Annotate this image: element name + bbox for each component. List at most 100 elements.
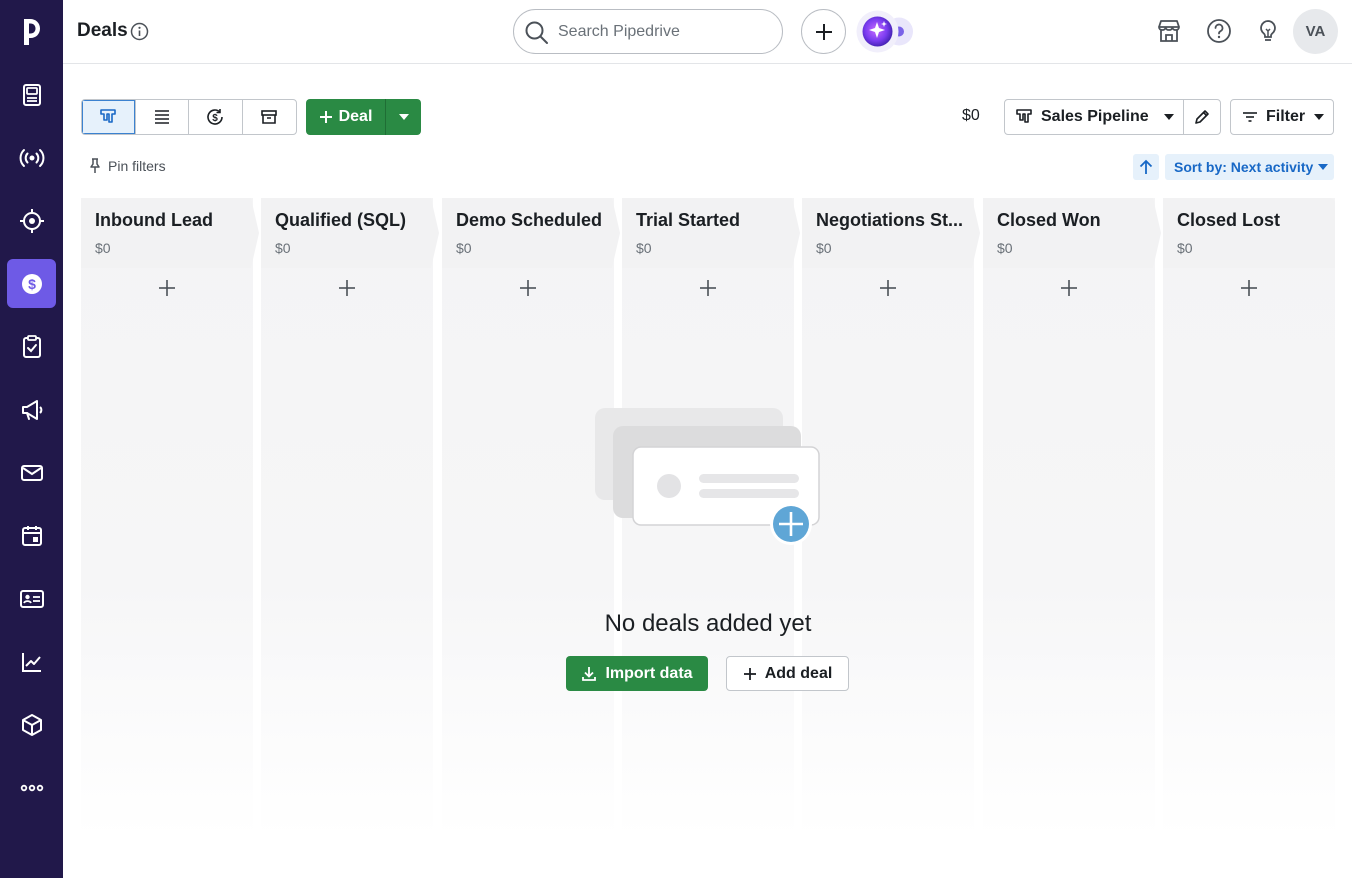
stage-header[interactable]: Inbound Lead $0 [81,198,259,268]
filter-icon [1243,112,1257,122]
stage-header[interactable]: Negotiations St... $0 [802,198,980,268]
search-box[interactable] [513,9,783,54]
sort-by-selector[interactable]: Sort by: Next activity [1165,154,1334,180]
lightbulb-icon [1260,20,1276,41]
archive-view-button[interactable] [243,100,297,134]
stage-name: Negotiations St... [816,210,964,230]
stage-header[interactable]: Closed Lost $0 [1163,198,1335,268]
stage-add-deal-button[interactable] [1237,276,1261,300]
mail-icon [20,464,43,481]
info-icon[interactable] [130,22,149,41]
stage-add-deal-button[interactable] [155,276,179,300]
stage-add-deal-button[interactable] [516,276,540,300]
sidebar-item-products[interactable] [7,700,56,749]
sidebar-item-marketing[interactable] [7,385,56,434]
plus-icon [743,667,756,680]
caret-down-icon [1318,164,1329,170]
add-deal-dropdown[interactable] [385,99,421,135]
forecast-icon: $ [207,109,224,125]
add-deal-label: Deal [338,108,373,125]
plus-icon [520,280,536,296]
pencil-icon [1195,110,1209,124]
stage-column: Demo Scheduled $0 [442,198,620,838]
import-data-button[interactable]: Import data [566,656,708,691]
kanban-icon [100,109,117,123]
stage-add-deal-button[interactable] [335,276,359,300]
stage-add-deal-button[interactable] [876,276,900,300]
plus-icon [1241,280,1257,296]
sidebar-item-calendar[interactable] [7,511,56,560]
sidebar-item-projects[interactable] [7,196,56,245]
sidebar: $ [0,0,63,878]
stage-add-deal-button[interactable] [696,276,720,300]
pipedrive-logo[interactable] [0,0,63,63]
tips-button[interactable] [1254,17,1282,45]
sidebar-item-more[interactable] [7,763,56,812]
help-button[interactable] [1205,17,1233,45]
pipeline-selector[interactable]: Sales Pipeline [1004,99,1184,135]
quick-add-button[interactable] [801,9,846,54]
list-icon [154,110,169,124]
add-deal-button[interactable]: Deal [306,99,385,135]
plus-icon [700,280,716,296]
sidebar-item-deals[interactable]: $ [7,259,56,308]
sidebar-item-leads[interactable] [7,70,56,119]
store-icon [1158,20,1180,42]
stage-header[interactable]: Demo Scheduled $0 [442,198,620,268]
stage-header-shape [261,198,439,268]
filter-label: Filter [1266,108,1306,125]
stage-header-shape [802,198,980,268]
stage-amount: $0 [816,240,832,256]
stage-column: Negotiations St... $0 [802,198,980,838]
chart-icon [21,652,41,672]
stage-header[interactable]: Closed Won $0 [983,198,1161,268]
import-data-label: Import data [605,664,693,682]
leads-inbox-icon [22,83,41,106]
pipedrive-app: $ Deals Search Pipedrive VA $ Deal $0 Sa… [0,0,1352,878]
pin-filters-button[interactable]: Pin filters [88,158,166,174]
pipeline-view-button[interactable] [82,100,136,134]
search-icon [525,21,548,44]
sidebar-item-mail[interactable] [7,448,56,497]
archive-icon [261,110,278,124]
ai-assistant-button[interactable] [855,9,915,54]
plus-icon [319,111,332,123]
stage-header-shape [1163,198,1335,268]
more-dots-icon [20,784,43,791]
caret-down-icon [1164,114,1174,120]
svg-text:$: $ [28,276,36,292]
empty-add-deal-button[interactable]: Add deal [726,656,849,691]
download-icon [582,666,597,681]
view-switcher: $ [81,99,297,135]
pin-icon [90,158,100,173]
stage-add-deal-button[interactable] [1057,276,1081,300]
sort-direction-button[interactable] [1133,154,1159,180]
pipeline-total: $0 [962,107,980,124]
sidebar-item-insights[interactable] [7,637,56,686]
sidebar-item-contacts[interactable] [7,574,56,623]
edit-pipeline-button[interactable] [1183,99,1221,135]
plus-icon [159,280,175,296]
stage-amount: $0 [997,240,1013,256]
sidebar-item-campaigns[interactable] [7,133,56,182]
sidebar-item-activities[interactable] [7,322,56,371]
sort-by-label: Sort by: Next activity [1174,159,1314,175]
stage-amount: $0 [1177,240,1193,256]
plus-icon [339,280,355,296]
pipedrive-logo-icon [23,18,40,45]
list-view-button[interactable] [136,100,189,134]
ai-sparkle-icon [856,10,913,53]
filter-button[interactable]: Filter [1230,99,1334,135]
stage-header[interactable]: Trial Started $0 [622,198,800,268]
stage-header-shape [622,198,800,268]
search-input[interactable] [558,18,773,46]
stage-column: Qualified (SQL) $0 [261,198,439,838]
arrow-up-icon [1139,159,1153,174]
stage-header[interactable]: Qualified (SQL) $0 [261,198,439,268]
user-avatar[interactable]: VA [1293,9,1338,54]
contact-card-icon [19,589,44,608]
forecast-view-button[interactable]: $ [189,100,243,134]
stage-name: Trial Started [636,210,741,230]
marketplace-button[interactable] [1155,17,1183,45]
clipboard-check-icon [22,334,41,358]
